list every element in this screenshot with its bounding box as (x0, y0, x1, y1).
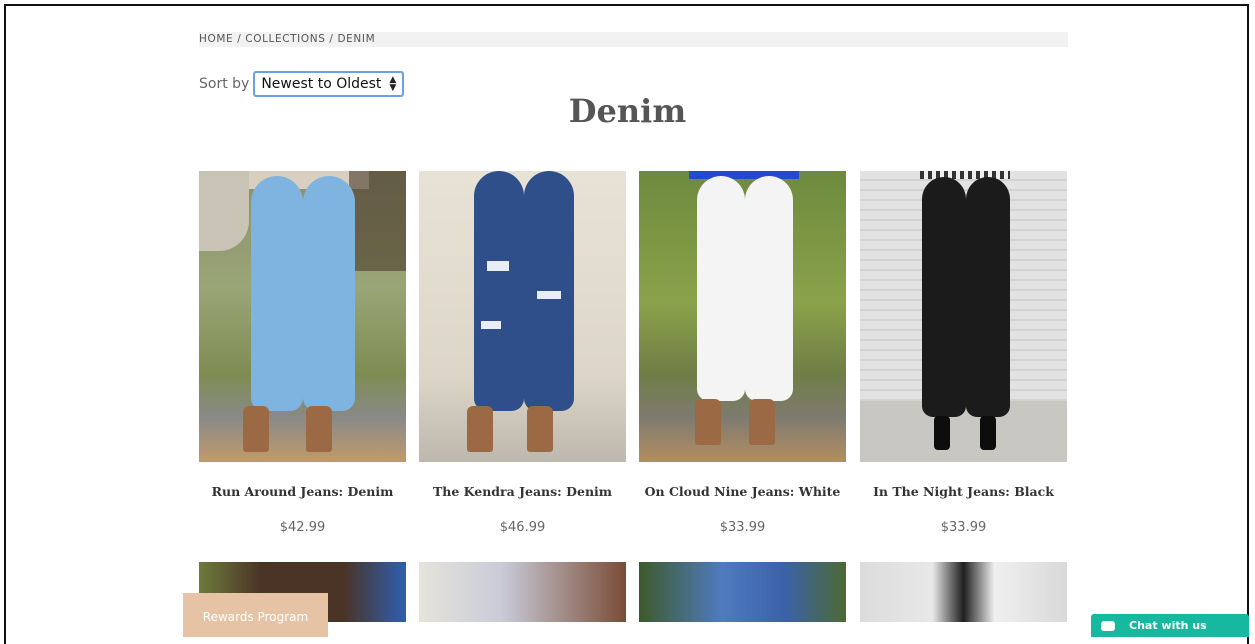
product-image[interactable] (639, 562, 846, 622)
product-name[interactable]: In The Night Jeans: Black (850, 484, 1077, 499)
breadcrumb-separator: / (329, 33, 338, 45)
product-card[interactable]: The Kendra Jeans: Denim $46.99 (419, 171, 626, 535)
chat-button[interactable]: Chat with us (1091, 614, 1249, 637)
chat-label: Chat with us (1129, 619, 1207, 632)
jeans-left-leg (697, 176, 745, 401)
product-price: $33.99 (940, 520, 987, 535)
sort-selected-value: Newest to Oldest (261, 76, 382, 92)
product-image[interactable] (639, 171, 846, 462)
product-card[interactable]: Run Around Jeans: Denim $42.99 (199, 171, 406, 535)
product-card[interactable]: In The Night Jeans: Black $33.99 (860, 171, 1067, 535)
breadcrumb-collections[interactable]: COLLECTIONS (245, 33, 325, 45)
breadcrumb-current: DENIM (337, 33, 376, 45)
product-card[interactable] (419, 562, 626, 622)
breadcrumb-home[interactable]: HOME (199, 33, 233, 45)
product-card[interactable] (860, 562, 1067, 622)
select-arrows-icon: ▲ ▼ (389, 75, 397, 93)
product-card[interactable] (639, 562, 846, 622)
jeans-right-leg (303, 176, 355, 411)
page-title: Denim (568, 92, 687, 130)
jeans-left-leg (251, 176, 303, 411)
chat-bubble-icon (1101, 620, 1115, 631)
product-image[interactable] (419, 171, 626, 462)
product-image[interactable] (199, 171, 406, 462)
breadcrumb: HOME / COLLECTIONS / DENIM (199, 32, 1068, 47)
jeans-right-leg (745, 176, 793, 401)
jeans-left-leg (922, 177, 966, 417)
jeans-left-leg (474, 171, 524, 411)
sort-label: Sort by (199, 76, 250, 92)
product-price: $33.99 (719, 520, 766, 535)
product-name[interactable]: Run Around Jeans: Denim (189, 484, 416, 499)
product-image[interactable] (860, 171, 1067, 462)
jeans-right-leg (966, 177, 1010, 417)
product-name[interactable]: On Cloud Nine Jeans: White (629, 484, 856, 499)
product-image[interactable] (419, 562, 626, 622)
product-price: $46.99 (499, 520, 546, 535)
rewards-program-button[interactable]: Rewards Program (183, 593, 328, 637)
product-image[interactable] (860, 562, 1067, 622)
product-name[interactable]: The Kendra Jeans: Denim (409, 484, 636, 499)
product-card[interactable]: On Cloud Nine Jeans: White $33.99 (639, 171, 846, 535)
product-price: $42.99 (279, 520, 326, 535)
